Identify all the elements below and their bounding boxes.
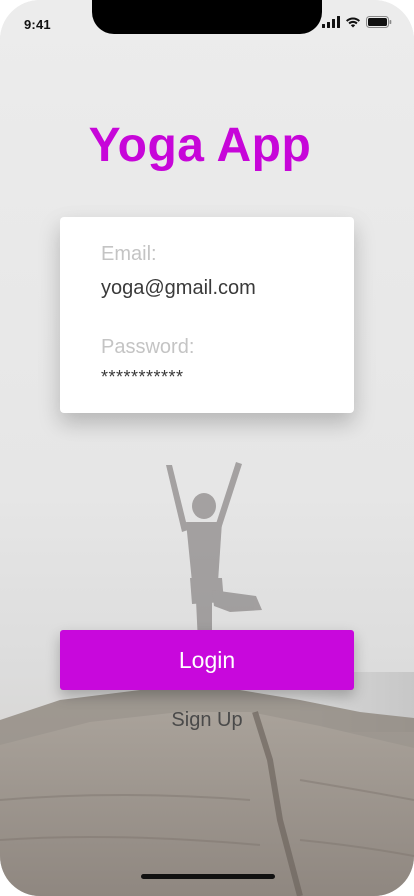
wifi-icon xyxy=(345,16,361,28)
login-button[interactable]: Login xyxy=(60,630,354,690)
phone-screen: 9:41 Yoga App Email: yoga@gmail.com Pass… xyxy=(0,0,414,896)
email-label: Email: xyxy=(101,243,157,265)
password-field[interactable]: *********** xyxy=(101,367,184,388)
status-icons xyxy=(322,16,392,28)
cellular-signal-icon xyxy=(322,16,340,28)
home-indicator[interactable] xyxy=(141,874,275,879)
signup-link[interactable]: Sign Up xyxy=(60,709,354,732)
login-form-card: Email: yoga@gmail.com Password: ********… xyxy=(60,217,354,413)
status-time: 9:41 xyxy=(24,17,51,32)
status-bar: 9:41 xyxy=(0,0,414,44)
password-label: Password: xyxy=(101,336,195,358)
email-field[interactable]: yoga@gmail.com xyxy=(101,277,256,300)
app-title: Yoga App xyxy=(88,119,312,172)
battery-icon xyxy=(366,16,392,28)
